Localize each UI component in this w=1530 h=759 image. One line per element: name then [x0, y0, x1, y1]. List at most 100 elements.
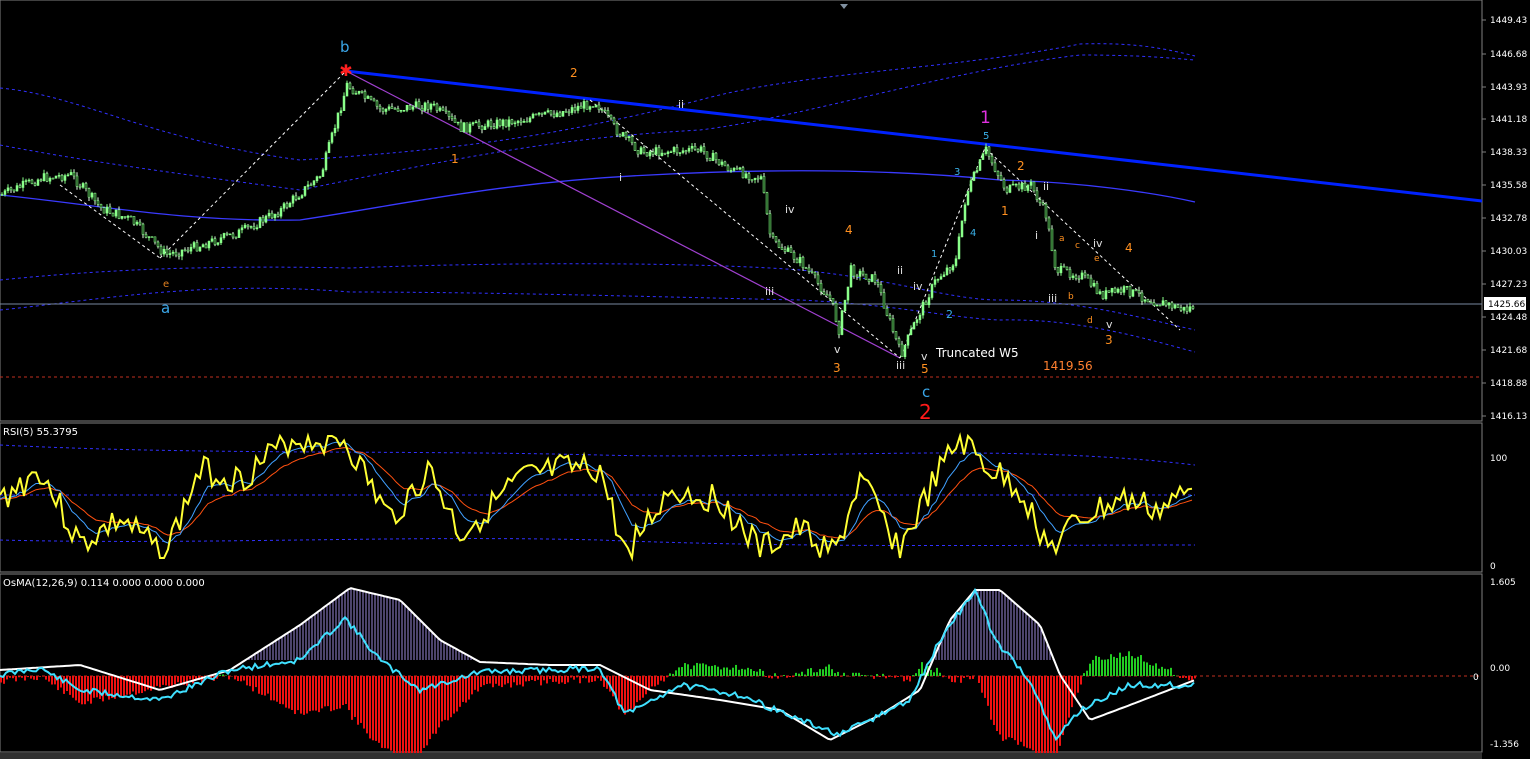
annotation-truncated-w5: Truncated W5 [935, 346, 1019, 360]
candle-body [819, 283, 823, 292]
candle-body [1164, 300, 1168, 306]
candle-body [618, 134, 622, 137]
osma-bar [702, 663, 704, 676]
candle-body [813, 272, 817, 276]
osma-bar [660, 676, 662, 681]
osma-bar [795, 672, 797, 676]
osma-bar [1137, 656, 1139, 676]
osma-bar [1083, 673, 1085, 676]
osma-bar [768, 676, 770, 678]
osma-bar [507, 676, 509, 684]
candle-body [1023, 182, 1027, 191]
osma-bar [1143, 661, 1145, 676]
candle-body [1035, 190, 1039, 200]
wave-label-ii3: ii [1043, 180, 1049, 193]
osma-bar [423, 676, 425, 748]
candle-body [285, 203, 289, 208]
candle-body [930, 284, 934, 298]
candle-body [762, 176, 766, 193]
candle-body [327, 142, 331, 153]
horizontal-scrollbar[interactable] [0, 753, 1482, 759]
candle-body [1113, 287, 1117, 293]
candle-body [552, 113, 556, 118]
candle-body [750, 179, 754, 181]
osma-bar [1146, 662, 1148, 676]
candle-body [18, 185, 22, 188]
candle-body [546, 110, 550, 113]
osma-bar [570, 676, 572, 678]
osma-bar [459, 676, 461, 707]
osma-bar [951, 676, 953, 682]
candle-body [105, 206, 109, 214]
candle-body [1107, 290, 1111, 293]
osma-bar [21, 676, 23, 678]
candle-body [606, 110, 610, 116]
osma-bar [816, 672, 818, 676]
wave-label-ii: ii [678, 98, 684, 111]
osma-bar [906, 676, 908, 680]
osma-bar [972, 676, 974, 679]
candle-body [1155, 304, 1159, 307]
osma-bar [930, 669, 932, 676]
current-price-label: 1425.66 [1488, 300, 1525, 310]
osma-bar [786, 676, 788, 678]
candle-body [1152, 302, 1156, 306]
osma-bar [636, 676, 638, 703]
price-tick-label: 1416.13 [1490, 412, 1527, 422]
osma-bar [531, 676, 533, 680]
osma-bar [279, 676, 281, 704]
candle-body [660, 152, 664, 156]
candle-body [0, 194, 4, 196]
osma-bar [960, 676, 962, 683]
osma-bar [954, 676, 956, 683]
osma-bar [468, 676, 470, 700]
candle-body [1188, 306, 1192, 312]
osma-bar [942, 676, 944, 678]
candle-body [993, 162, 997, 172]
candle-body [12, 189, 16, 192]
candle-body [777, 240, 781, 248]
osma-bar [573, 676, 575, 680]
osma-bar [144, 676, 146, 692]
osma-bar [384, 676, 386, 749]
osma-bar [1086, 670, 1088, 676]
osma-bar [843, 672, 845, 676]
osma-bar [462, 676, 464, 702]
candle-body [732, 167, 736, 171]
osma-bar [804, 674, 806, 676]
osma-bar [672, 673, 674, 676]
osma-bar [861, 674, 863, 676]
osma-bar [810, 668, 812, 676]
osma-bar [411, 676, 413, 758]
osma-bar [522, 676, 524, 687]
wave-label-orange-5: 5 [921, 362, 929, 376]
candle-body [696, 148, 700, 152]
candle-body [1158, 304, 1162, 307]
candle-body [651, 151, 655, 155]
chart-canvas[interactable]: ✱ 1449.431446.681443.931441.181438.33143… [0, 0, 1530, 759]
candle-body [447, 111, 451, 117]
osma-bar [882, 673, 884, 676]
candle-body [543, 111, 547, 115]
candle-body [45, 173, 49, 182]
osma-bar [918, 668, 920, 676]
wave-label-orange-3b: 3 [1105, 333, 1113, 347]
candle-body [591, 106, 595, 108]
candle-body [201, 244, 205, 248]
candle-body [444, 109, 448, 112]
candle-body [42, 173, 46, 181]
candle-body [69, 172, 73, 176]
candle-body [717, 159, 721, 165]
candle-body [48, 177, 52, 182]
candle-body [438, 107, 442, 111]
wave-label-c-small: c [1075, 241, 1080, 251]
candle-body [351, 88, 355, 95]
wave-label-b: b [340, 38, 350, 56]
osma-bar [372, 676, 374, 741]
osma-bar [357, 676, 359, 725]
osma-bar [234, 676, 236, 680]
osma-bar [897, 676, 899, 677]
candle-body [294, 195, 298, 200]
osma-bar [675, 670, 677, 676]
candle-body [921, 301, 925, 316]
